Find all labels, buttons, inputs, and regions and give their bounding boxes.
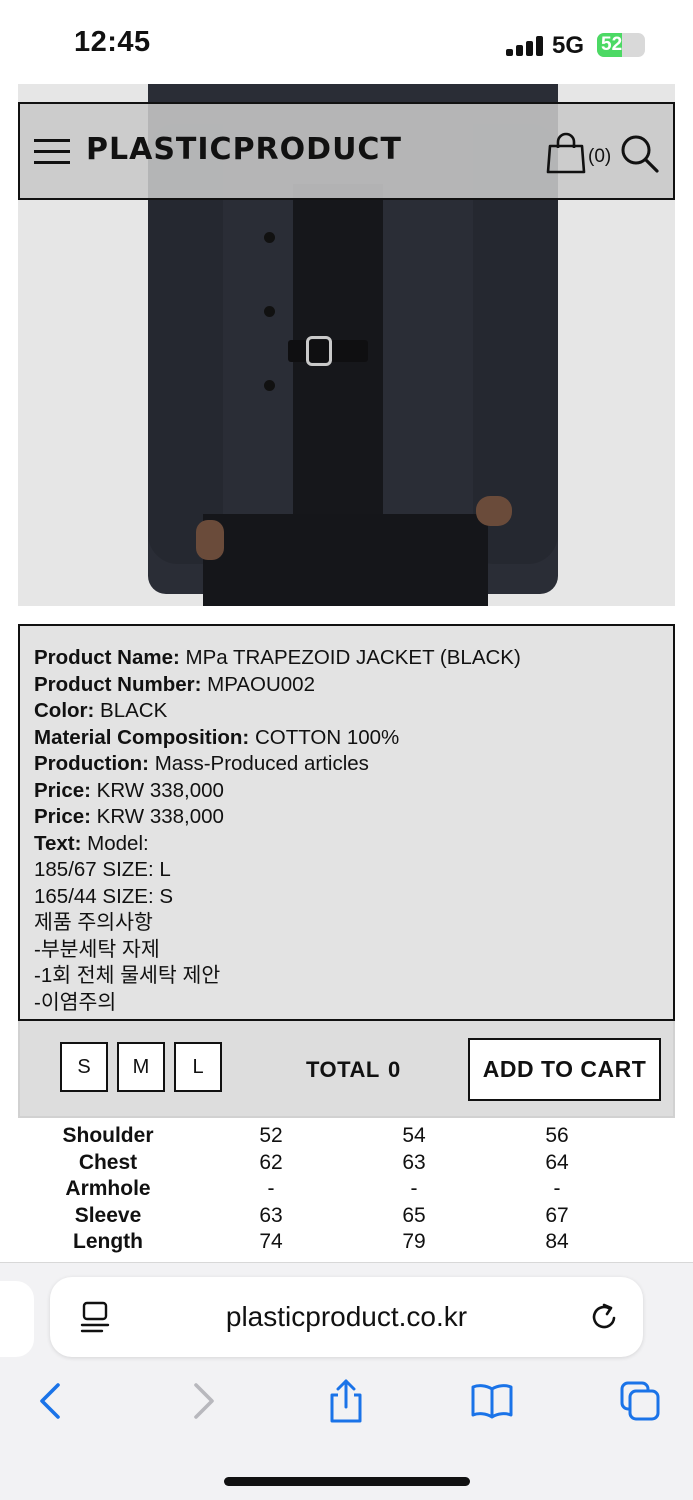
browser-toolbar: plasticproduct.co.kr	[0, 1262, 693, 1500]
row-label: Armhole	[65, 1177, 151, 1201]
size-option-l[interactable]: L	[174, 1042, 222, 1092]
hand-shape	[196, 520, 224, 560]
hand-shape	[476, 496, 512, 526]
table-row: Armhole - - -	[18, 1177, 675, 1204]
back-icon[interactable]	[30, 1379, 74, 1423]
detail-price: Price: KRW 338,000	[34, 778, 224, 802]
table-cell: 52	[259, 1124, 283, 1147]
site-header: PLASTICPRODUCT (0)	[18, 102, 675, 200]
forward-icon[interactable]	[180, 1379, 224, 1423]
table-cell: -	[410, 1177, 418, 1201]
table-cell: -	[553, 1177, 561, 1201]
size-table: Shoulder 52 54 56 Chest 62 63 64 Armhole…	[18, 1124, 675, 1257]
share-icon[interactable]	[324, 1379, 368, 1423]
size-option-s[interactable]: S	[60, 1042, 108, 1092]
shopping-bag-icon[interactable]	[546, 132, 586, 174]
table-cell: 65	[402, 1203, 426, 1227]
cellular-signal-icon	[506, 36, 544, 56]
detail-production: Production: Mass-Produced articles	[34, 752, 369, 775]
detail-product-number: Product Number: MPAOU002	[34, 672, 315, 696]
detail-text-line: -부분세탁 자제	[34, 937, 160, 961]
menu-icon[interactable]	[34, 137, 72, 167]
detail-text-line: -1회 전체 물세탁 제안	[34, 964, 221, 987]
search-icon[interactable]	[620, 134, 660, 174]
table-cell: 79	[402, 1230, 426, 1254]
row-label: Length	[73, 1230, 143, 1254]
jacket-button	[264, 380, 275, 391]
table-row: Sleeve 63 65 67	[18, 1204, 675, 1231]
detail-material: Material Composition: COTTON 100%	[34, 725, 400, 749]
address-bar[interactable]: plasticproduct.co.kr	[50, 1277, 643, 1357]
detail-text-line: -이염주의	[34, 990, 117, 1014]
total-label: TOTAL	[306, 1057, 380, 1082]
purchase-bar: S M L TOTAL 0 ADD TO CART	[18, 1019, 675, 1118]
table-cell: 63	[402, 1150, 426, 1174]
table-cell: 62	[259, 1150, 283, 1174]
table-cell: 67	[545, 1203, 569, 1227]
row-label: Shoulder	[62, 1124, 154, 1147]
detail-price: Price: KRW 338,000	[34, 805, 224, 828]
size-option-m[interactable]: M	[117, 1042, 165, 1092]
product-details: Product Name: MPa TRAPEZOID JACKET (BLAC…	[34, 645, 664, 1016]
table-row: Shoulder 52 54 56	[18, 1124, 675, 1151]
detail-text-line: 185/67 SIZE: L	[34, 858, 171, 881]
battery-level: 52	[601, 34, 623, 55]
total-value: 0	[388, 1057, 401, 1082]
detail-product-name: Product Name: MPa TRAPEZOID JACKET (BLAC…	[34, 646, 521, 669]
table-cell: 84	[545, 1230, 569, 1254]
row-label: Sleeve	[74, 1203, 142, 1227]
detail-color: Color: BLACK	[34, 699, 168, 722]
belt-buckle	[306, 336, 332, 366]
jacket-button	[264, 232, 275, 243]
detail-text: Text: Model:	[34, 831, 149, 855]
cart-count: (0)	[588, 146, 612, 167]
reload-icon[interactable]	[588, 1301, 620, 1333]
add-to-cart-button[interactable]: ADD TO CART	[468, 1038, 661, 1101]
home-indicator	[224, 1477, 470, 1486]
jacket-button	[264, 306, 275, 317]
table-cell: 56	[545, 1124, 569, 1147]
detail-text-line: 165/44 SIZE: S	[34, 884, 174, 908]
table-row: Chest 62 63 64	[18, 1151, 675, 1178]
bookmarks-icon[interactable]	[470, 1379, 514, 1423]
url-text[interactable]: plasticproduct.co.kr	[50, 1301, 643, 1333]
row-label: Chest	[78, 1150, 138, 1174]
table-cell: 64	[545, 1150, 569, 1174]
battery-icon: 52	[597, 33, 645, 57]
status-bar: 12:45 5G 52	[0, 0, 693, 84]
trousers-shape	[203, 514, 488, 606]
site-logo[interactable]: PLASTICPRODUCT	[86, 132, 402, 167]
table-cell: 63	[259, 1203, 283, 1227]
table-cell: 74	[259, 1230, 283, 1254]
network-type: 5G	[552, 32, 585, 59]
previous-tab-preview[interactable]	[0, 1281, 34, 1357]
table-cell: -	[267, 1177, 275, 1201]
tabs-icon[interactable]	[618, 1379, 662, 1423]
status-time: 12:45	[74, 26, 151, 58]
detail-text-line: 제품 주의사항	[34, 911, 153, 934]
table-row: Length 74 79 84	[18, 1230, 675, 1257]
table-cell: 54	[402, 1124, 426, 1147]
